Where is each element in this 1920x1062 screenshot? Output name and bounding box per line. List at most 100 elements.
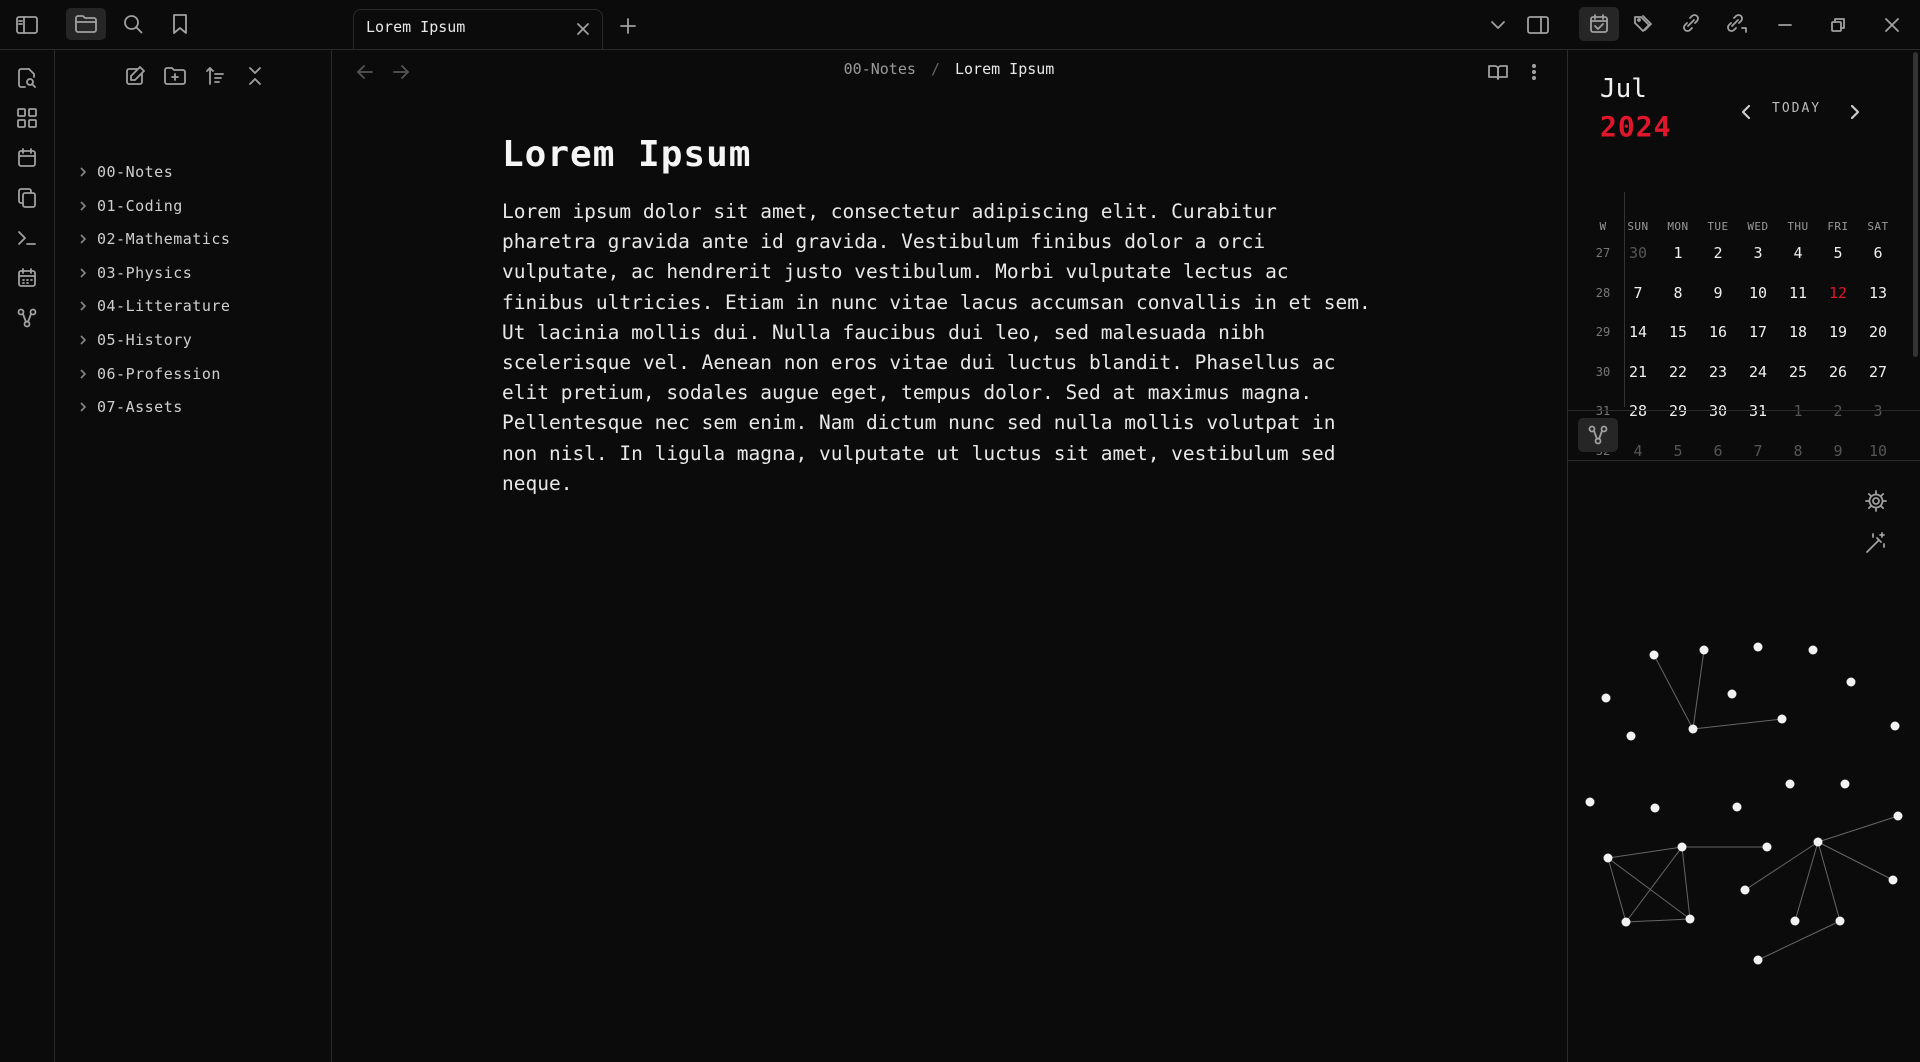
restore-icon[interactable] xyxy=(1823,10,1853,40)
graph-node[interactable] xyxy=(1685,914,1695,924)
graph-settings-gear-icon[interactable] xyxy=(1862,487,1890,515)
new-note-icon[interactable] xyxy=(120,62,150,90)
prev-month-icon[interactable] xyxy=(1734,100,1758,124)
next-month-icon[interactable] xyxy=(1843,100,1867,124)
graph-node[interactable] xyxy=(1777,714,1787,724)
calendar-day[interactable]: 8 xyxy=(1658,278,1698,308)
calendar-day[interactable]: 20 xyxy=(1858,317,1898,347)
graph-node[interactable] xyxy=(1808,645,1818,655)
graph-node[interactable] xyxy=(1626,731,1636,741)
calendar-day[interactable]: 4 xyxy=(1778,238,1818,268)
calendar-day[interactable]: 5 xyxy=(1818,238,1858,268)
folder-item[interactable]: 04-Litterature xyxy=(79,293,230,319)
graph-icon[interactable] xyxy=(12,303,42,333)
graph-node[interactable] xyxy=(1740,885,1750,895)
graph-node[interactable] xyxy=(1732,802,1742,812)
graph-node[interactable] xyxy=(1650,803,1660,813)
graph-node[interactable] xyxy=(1840,779,1850,789)
tags-icon[interactable] xyxy=(1628,7,1662,41)
animate-wand-icon[interactable] xyxy=(1862,529,1890,557)
graph-node[interactable] xyxy=(1762,842,1772,852)
graph-node[interactable] xyxy=(1621,917,1631,927)
calendar-day[interactable]: 6 xyxy=(1858,238,1898,268)
graph-node[interactable] xyxy=(1649,650,1659,660)
graph-view-tab-icon[interactable] xyxy=(1578,418,1618,452)
backlinks-icon[interactable] xyxy=(1674,7,1708,41)
calendar-day[interactable]: 19 xyxy=(1818,317,1858,347)
calendar-grid-icon[interactable] xyxy=(12,263,42,293)
tab-lorem-ipsum[interactable]: Lorem Ipsum xyxy=(353,9,603,49)
document-body[interactable]: Lorem ipsum dolor sit amet, consectetur … xyxy=(502,197,1382,499)
search-file-icon[interactable] xyxy=(12,63,42,93)
graph-node[interactable] xyxy=(1585,797,1595,807)
folder-item[interactable]: 00-Notes xyxy=(79,159,173,185)
breadcrumb-current[interactable]: Lorem Ipsum xyxy=(955,60,1054,78)
week-number[interactable]: 29 xyxy=(1588,317,1618,347)
graph-node[interactable] xyxy=(1785,779,1795,789)
week-number[interactable]: 30 xyxy=(1588,357,1618,387)
new-folder-icon[interactable] xyxy=(160,62,190,90)
grid-icon[interactable] xyxy=(12,103,42,133)
copy-icon[interactable] xyxy=(12,183,42,213)
sort-icon[interactable] xyxy=(200,62,230,90)
week-number[interactable]: 28 xyxy=(1588,278,1618,308)
graph-node[interactable] xyxy=(1790,916,1800,926)
sidebar-toggle-icon[interactable] xyxy=(10,8,44,42)
calendar-day[interactable]: 27 xyxy=(1858,357,1898,387)
graph-node[interactable] xyxy=(1835,916,1845,926)
calendar-check-icon[interactable] xyxy=(1579,7,1619,41)
calendar-day[interactable]: 15 xyxy=(1658,317,1698,347)
graph-node[interactable] xyxy=(1727,689,1737,699)
graph-node[interactable] xyxy=(1846,677,1856,687)
graph-node[interactable] xyxy=(1753,642,1763,652)
calendar-scrollbar[interactable] xyxy=(1913,52,1918,357)
folder-item[interactable]: 05-History xyxy=(79,327,192,353)
calendar-icon[interactable] xyxy=(12,143,42,173)
reading-view-icon[interactable] xyxy=(1484,60,1512,84)
calendar-day[interactable]: 17 xyxy=(1738,317,1778,347)
graph-node[interactable] xyxy=(1893,811,1903,821)
graph-node[interactable] xyxy=(1603,853,1613,863)
calendar-day[interactable]: 2 xyxy=(1698,238,1738,268)
document-title[interactable]: Lorem Ipsum xyxy=(502,134,751,175)
folder-item[interactable]: 01-Coding xyxy=(79,193,183,219)
calendar-day[interactable]: 1 xyxy=(1658,238,1698,268)
calendar-day[interactable]: 13 xyxy=(1858,278,1898,308)
terminal-icon[interactable] xyxy=(12,223,42,253)
calendar-day[interactable]: 12 xyxy=(1818,278,1858,308)
graph-node[interactable] xyxy=(1677,842,1687,852)
collapse-icon[interactable] xyxy=(240,62,270,90)
minimize-icon[interactable] xyxy=(1770,10,1800,40)
folder-icon[interactable] xyxy=(66,8,106,40)
new-tab-icon[interactable] xyxy=(616,14,640,38)
close-tab-icon[interactable] xyxy=(572,18,594,40)
graph-node[interactable] xyxy=(1890,721,1900,731)
calendar-day[interactable]: 9 xyxy=(1698,278,1738,308)
today-button[interactable]: TODAY xyxy=(1772,101,1821,116)
calendar-day[interactable]: 22 xyxy=(1658,357,1698,387)
more-options-icon[interactable] xyxy=(1522,60,1546,84)
folder-item[interactable]: 06-Profession xyxy=(79,361,221,387)
bookmark-icon[interactable] xyxy=(163,8,197,40)
calendar-day[interactable]: 23 xyxy=(1698,357,1738,387)
graph-node[interactable] xyxy=(1699,645,1709,655)
outgoing-links-icon[interactable] xyxy=(1720,7,1754,41)
breadcrumb-parent[interactable]: 00-Notes xyxy=(844,60,916,78)
calendar-day[interactable]: 10 xyxy=(1738,278,1778,308)
graph-node[interactable] xyxy=(1888,875,1898,885)
week-number[interactable]: 27 xyxy=(1588,238,1618,268)
graph-node[interactable] xyxy=(1601,693,1611,703)
folder-item[interactable]: 03-Physics xyxy=(79,260,192,286)
graph-node[interactable] xyxy=(1688,724,1698,734)
graph-node[interactable] xyxy=(1813,837,1823,847)
calendar-day[interactable]: 3 xyxy=(1738,238,1778,268)
calendar-day[interactable]: 11 xyxy=(1778,278,1818,308)
graph-node[interactable] xyxy=(1753,955,1763,965)
tab-list-chevron-icon[interactable] xyxy=(1486,13,1510,37)
calendar-day[interactable]: 18 xyxy=(1778,317,1818,347)
search-icon[interactable] xyxy=(116,8,150,40)
folder-item[interactable]: 02-Mathematics xyxy=(79,226,230,252)
graph-view[interactable] xyxy=(1568,630,1920,1030)
calendar-day[interactable]: 24 xyxy=(1738,357,1778,387)
calendar-day[interactable]: 25 xyxy=(1778,357,1818,387)
